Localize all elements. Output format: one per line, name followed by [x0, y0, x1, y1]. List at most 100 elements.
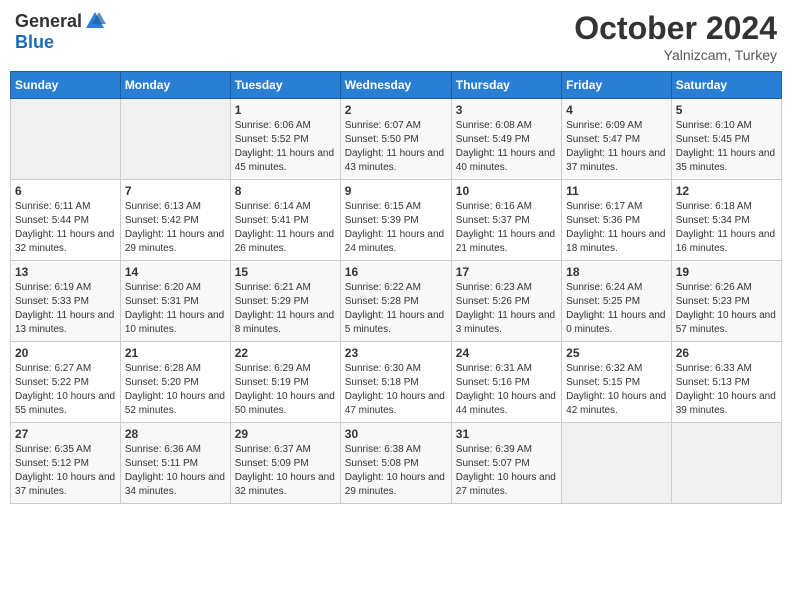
calendar-day-cell: 16 Sunrise: 6:22 AMSunset: 5:28 PMDaylig… [340, 261, 451, 342]
day-info: Sunrise: 6:32 AMSunset: 5:15 PMDaylight:… [566, 362, 667, 418]
location-subtitle: Yalnizcam, Turkey [574, 47, 777, 63]
calendar-day-cell: 24 Sunrise: 6:31 AMSunset: 5:16 PMDaylig… [451, 342, 561, 423]
logo-blue-text: Blue [15, 32, 54, 53]
day-info: Sunrise: 6:38 AMSunset: 5:08 PMDaylight:… [345, 443, 447, 499]
logo-icon [84, 10, 106, 32]
logo: General Blue [15, 10, 106, 53]
day-number: 20 [15, 346, 116, 360]
calendar-day-cell: 10 Sunrise: 6:16 AMSunset: 5:37 PMDaylig… [451, 180, 561, 261]
day-number: 4 [566, 103, 667, 117]
day-info: Sunrise: 6:26 AMSunset: 5:23 PMDaylight:… [676, 281, 777, 337]
calendar-day-cell: 2 Sunrise: 6:07 AMSunset: 5:50 PMDayligh… [340, 99, 451, 180]
weekday-header: Sunday [11, 72, 121, 99]
day-number: 30 [345, 427, 447, 441]
day-number: 15 [235, 265, 336, 279]
day-number: 11 [566, 184, 667, 198]
day-number: 22 [235, 346, 336, 360]
day-info: Sunrise: 6:06 AMSunset: 5:52 PMDaylight:… [235, 119, 336, 175]
day-info: Sunrise: 6:14 AMSunset: 5:41 PMDaylight:… [235, 200, 336, 256]
calendar-week-row: 20 Sunrise: 6:27 AMSunset: 5:22 PMDaylig… [11, 342, 782, 423]
day-number: 6 [15, 184, 116, 198]
calendar-day-cell: 5 Sunrise: 6:10 AMSunset: 5:45 PMDayligh… [671, 99, 781, 180]
day-info: Sunrise: 6:37 AMSunset: 5:09 PMDaylight:… [235, 443, 336, 499]
calendar-day-cell: 15 Sunrise: 6:21 AMSunset: 5:29 PMDaylig… [230, 261, 340, 342]
calendar-week-row: 13 Sunrise: 6:19 AMSunset: 5:33 PMDaylig… [11, 261, 782, 342]
day-number: 2 [345, 103, 447, 117]
calendar-day-cell: 18 Sunrise: 6:24 AMSunset: 5:25 PMDaylig… [562, 261, 672, 342]
day-number: 21 [125, 346, 226, 360]
day-number: 8 [235, 184, 336, 198]
calendar-day-cell: 13 Sunrise: 6:19 AMSunset: 5:33 PMDaylig… [11, 261, 121, 342]
day-number: 7 [125, 184, 226, 198]
day-number: 14 [125, 265, 226, 279]
calendar-day-cell [671, 423, 781, 504]
day-info: Sunrise: 6:30 AMSunset: 5:18 PMDaylight:… [345, 362, 447, 418]
calendar-day-cell: 12 Sunrise: 6:18 AMSunset: 5:34 PMDaylig… [671, 180, 781, 261]
day-number: 19 [676, 265, 777, 279]
day-info: Sunrise: 6:08 AMSunset: 5:49 PMDaylight:… [456, 119, 557, 175]
day-info: Sunrise: 6:21 AMSunset: 5:29 PMDaylight:… [235, 281, 336, 337]
calendar-day-cell: 23 Sunrise: 6:30 AMSunset: 5:18 PMDaylig… [340, 342, 451, 423]
day-number: 29 [235, 427, 336, 441]
day-info: Sunrise: 6:28 AMSunset: 5:20 PMDaylight:… [125, 362, 226, 418]
day-info: Sunrise: 6:15 AMSunset: 5:39 PMDaylight:… [345, 200, 447, 256]
day-info: Sunrise: 6:09 AMSunset: 5:47 PMDaylight:… [566, 119, 667, 175]
calendar-day-cell: 31 Sunrise: 6:39 AMSunset: 5:07 PMDaylig… [451, 423, 561, 504]
day-number: 9 [345, 184, 447, 198]
page-header: General Blue October 2024 Yalnizcam, Tur… [10, 10, 782, 63]
day-info: Sunrise: 6:13 AMSunset: 5:42 PMDaylight:… [125, 200, 226, 256]
day-info: Sunrise: 6:24 AMSunset: 5:25 PMDaylight:… [566, 281, 667, 337]
day-info: Sunrise: 6:33 AMSunset: 5:13 PMDaylight:… [676, 362, 777, 418]
calendar-day-cell: 20 Sunrise: 6:27 AMSunset: 5:22 PMDaylig… [11, 342, 121, 423]
day-number: 13 [15, 265, 116, 279]
calendar-day-cell: 8 Sunrise: 6:14 AMSunset: 5:41 PMDayligh… [230, 180, 340, 261]
calendar-day-cell: 28 Sunrise: 6:36 AMSunset: 5:11 PMDaylig… [120, 423, 230, 504]
day-info: Sunrise: 6:29 AMSunset: 5:19 PMDaylight:… [235, 362, 336, 418]
day-info: Sunrise: 6:16 AMSunset: 5:37 PMDaylight:… [456, 200, 557, 256]
calendar-day-cell: 19 Sunrise: 6:26 AMSunset: 5:23 PMDaylig… [671, 261, 781, 342]
calendar-header-row: SundayMondayTuesdayWednesdayThursdayFrid… [11, 72, 782, 99]
day-info: Sunrise: 6:11 AMSunset: 5:44 PMDaylight:… [15, 200, 116, 256]
day-info: Sunrise: 6:17 AMSunset: 5:36 PMDaylight:… [566, 200, 667, 256]
day-info: Sunrise: 6:23 AMSunset: 5:26 PMDaylight:… [456, 281, 557, 337]
month-title: October 2024 [574, 10, 777, 47]
weekday-header: Monday [120, 72, 230, 99]
calendar-table: SundayMondayTuesdayWednesdayThursdayFrid… [10, 71, 782, 504]
day-info: Sunrise: 6:39 AMSunset: 5:07 PMDaylight:… [456, 443, 557, 499]
day-info: Sunrise: 6:19 AMSunset: 5:33 PMDaylight:… [15, 281, 116, 337]
day-info: Sunrise: 6:31 AMSunset: 5:16 PMDaylight:… [456, 362, 557, 418]
day-info: Sunrise: 6:10 AMSunset: 5:45 PMDaylight:… [676, 119, 777, 175]
day-number: 16 [345, 265, 447, 279]
calendar-day-cell: 17 Sunrise: 6:23 AMSunset: 5:26 PMDaylig… [451, 261, 561, 342]
logo-general-text: General [15, 11, 82, 32]
calendar-day-cell: 29 Sunrise: 6:37 AMSunset: 5:09 PMDaylig… [230, 423, 340, 504]
calendar-day-cell: 3 Sunrise: 6:08 AMSunset: 5:49 PMDayligh… [451, 99, 561, 180]
calendar-day-cell: 1 Sunrise: 6:06 AMSunset: 5:52 PMDayligh… [230, 99, 340, 180]
day-number: 3 [456, 103, 557, 117]
day-number: 26 [676, 346, 777, 360]
day-number: 5 [676, 103, 777, 117]
calendar-week-row: 6 Sunrise: 6:11 AMSunset: 5:44 PMDayligh… [11, 180, 782, 261]
weekday-header: Friday [562, 72, 672, 99]
calendar-day-cell: 25 Sunrise: 6:32 AMSunset: 5:15 PMDaylig… [562, 342, 672, 423]
day-number: 25 [566, 346, 667, 360]
calendar-day-cell: 6 Sunrise: 6:11 AMSunset: 5:44 PMDayligh… [11, 180, 121, 261]
calendar-day-cell: 26 Sunrise: 6:33 AMSunset: 5:13 PMDaylig… [671, 342, 781, 423]
day-info: Sunrise: 6:07 AMSunset: 5:50 PMDaylight:… [345, 119, 447, 175]
calendar-day-cell [562, 423, 672, 504]
day-number: 27 [15, 427, 116, 441]
calendar-day-cell: 7 Sunrise: 6:13 AMSunset: 5:42 PMDayligh… [120, 180, 230, 261]
day-info: Sunrise: 6:18 AMSunset: 5:34 PMDaylight:… [676, 200, 777, 256]
day-number: 31 [456, 427, 557, 441]
day-info: Sunrise: 6:22 AMSunset: 5:28 PMDaylight:… [345, 281, 447, 337]
day-info: Sunrise: 6:35 AMSunset: 5:12 PMDaylight:… [15, 443, 116, 499]
calendar-day-cell: 11 Sunrise: 6:17 AMSunset: 5:36 PMDaylig… [562, 180, 672, 261]
title-section: October 2024 Yalnizcam, Turkey [574, 10, 777, 63]
calendar-day-cell: 9 Sunrise: 6:15 AMSunset: 5:39 PMDayligh… [340, 180, 451, 261]
day-info: Sunrise: 6:20 AMSunset: 5:31 PMDaylight:… [125, 281, 226, 337]
calendar-day-cell: 14 Sunrise: 6:20 AMSunset: 5:31 PMDaylig… [120, 261, 230, 342]
day-number: 10 [456, 184, 557, 198]
calendar-day-cell: 22 Sunrise: 6:29 AMSunset: 5:19 PMDaylig… [230, 342, 340, 423]
day-number: 17 [456, 265, 557, 279]
weekday-header: Tuesday [230, 72, 340, 99]
